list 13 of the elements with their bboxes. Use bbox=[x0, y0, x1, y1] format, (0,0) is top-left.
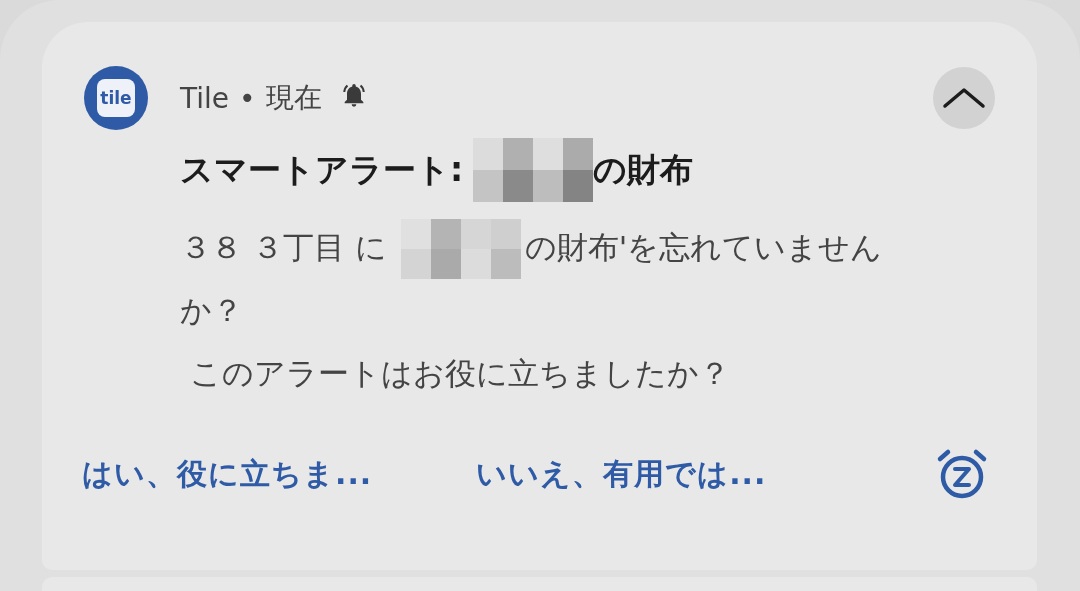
body-text: の財布'を忘れていません bbox=[524, 228, 883, 267]
notification-title: の財布 bbox=[593, 148, 694, 191]
notification-time: 現在 bbox=[265, 80, 322, 116]
notification-title: スマートアラート: bbox=[180, 148, 464, 191]
app-logo-icon: tile bbox=[84, 66, 148, 130]
action-button[interactable]: いいえ、有用では... bbox=[476, 453, 767, 495]
snooze-icon[interactable] bbox=[935, 447, 989, 501]
app-name: Tile bbox=[180, 81, 230, 115]
question-text: このアラートはお役に立ちましたか？ bbox=[189, 354, 731, 393]
body-text: ３８ ３丁目 に bbox=[180, 228, 387, 267]
body-text: か？ bbox=[180, 291, 243, 330]
separator-dot: • bbox=[239, 81, 256, 115]
action-button[interactable]: はい、役に立ちま... bbox=[82, 453, 373, 495]
